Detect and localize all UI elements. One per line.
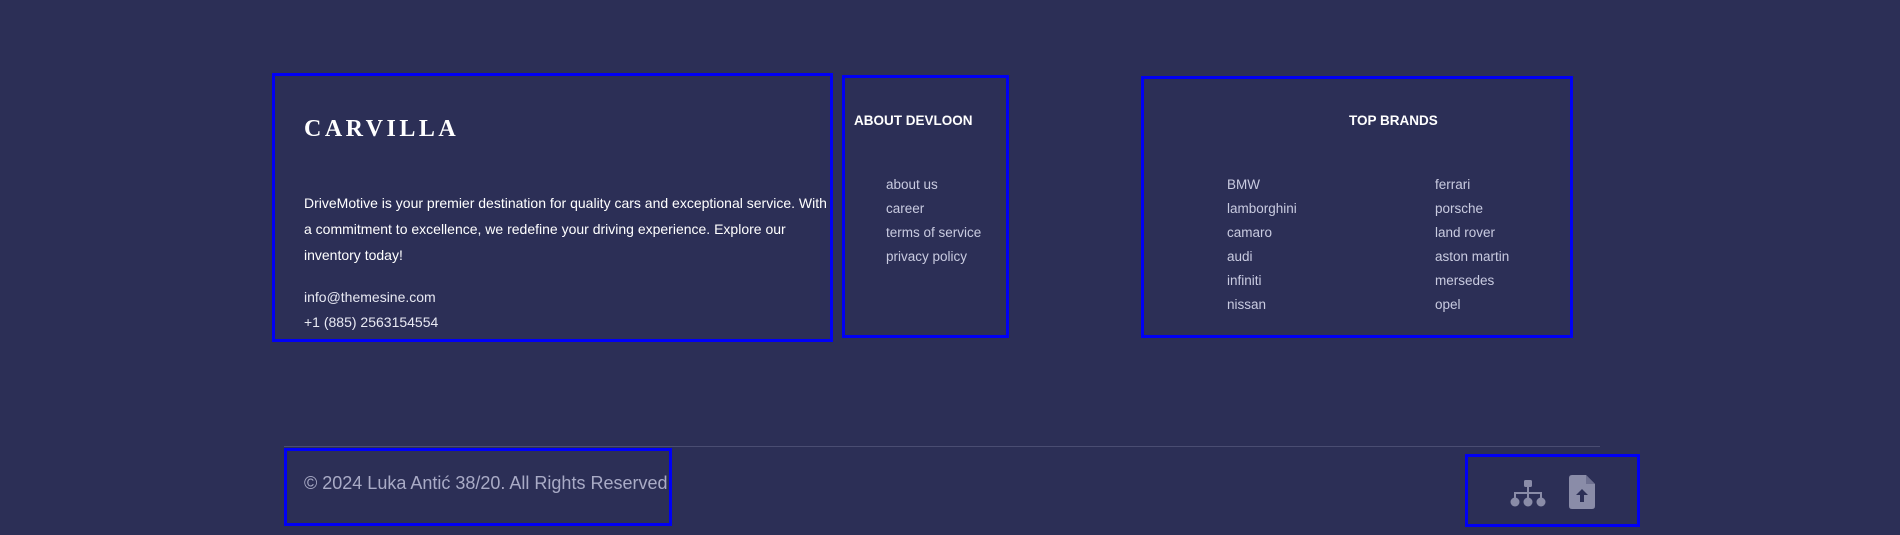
brand-link[interactable]: infiniti (1227, 269, 1297, 293)
about-title: ABOUT DEVLOON (854, 113, 973, 128)
about-links: about us career terms of service privacy… (886, 173, 981, 269)
brand-link[interactable]: nissan (1227, 293, 1297, 317)
site-logo[interactable]: CARVILLA (304, 116, 459, 143)
brand-link[interactable]: ferrari (1435, 173, 1509, 197)
brand-link[interactable]: lamborghini (1227, 197, 1297, 221)
contact-email[interactable]: info@themesine.com (304, 289, 436, 305)
footer-divider (284, 446, 1600, 447)
brand-link[interactable]: porsche (1435, 197, 1509, 221)
brand-link[interactable]: aston martin (1435, 245, 1509, 269)
brand-link[interactable]: opel (1435, 293, 1509, 317)
about-link[interactable]: privacy policy (886, 245, 981, 269)
brand-link[interactable]: audi (1227, 245, 1297, 269)
about-link[interactable]: career (886, 197, 981, 221)
brand-link[interactable]: camaro (1227, 221, 1297, 245)
brand-link[interactable]: mersedes (1435, 269, 1509, 293)
brands-list-right: ferrari porsche land rover aston martin … (1435, 173, 1509, 317)
brand-link[interactable]: land rover (1435, 221, 1509, 245)
sitemap-icon[interactable] (1510, 480, 1546, 513)
about-link[interactable]: about us (886, 173, 981, 197)
brand-link[interactable]: BMW (1227, 173, 1297, 197)
brands-title: TOP BRANDS (1349, 113, 1438, 128)
copyright-text: © 2024 Luka Antić 38/20. All Rights Rese… (304, 473, 668, 493)
about-link[interactable]: terms of service (886, 221, 981, 245)
file-upload-icon[interactable] (1569, 475, 1595, 514)
brands-list-left: BMW lamborghini camaro audi infiniti nis… (1227, 173, 1297, 317)
brand-description: DriveMotive is your premier destination … (304, 195, 827, 263)
footer-icons-section (1465, 454, 1640, 527)
contact-phone: +1 (885) 2563154554 (304, 314, 439, 330)
